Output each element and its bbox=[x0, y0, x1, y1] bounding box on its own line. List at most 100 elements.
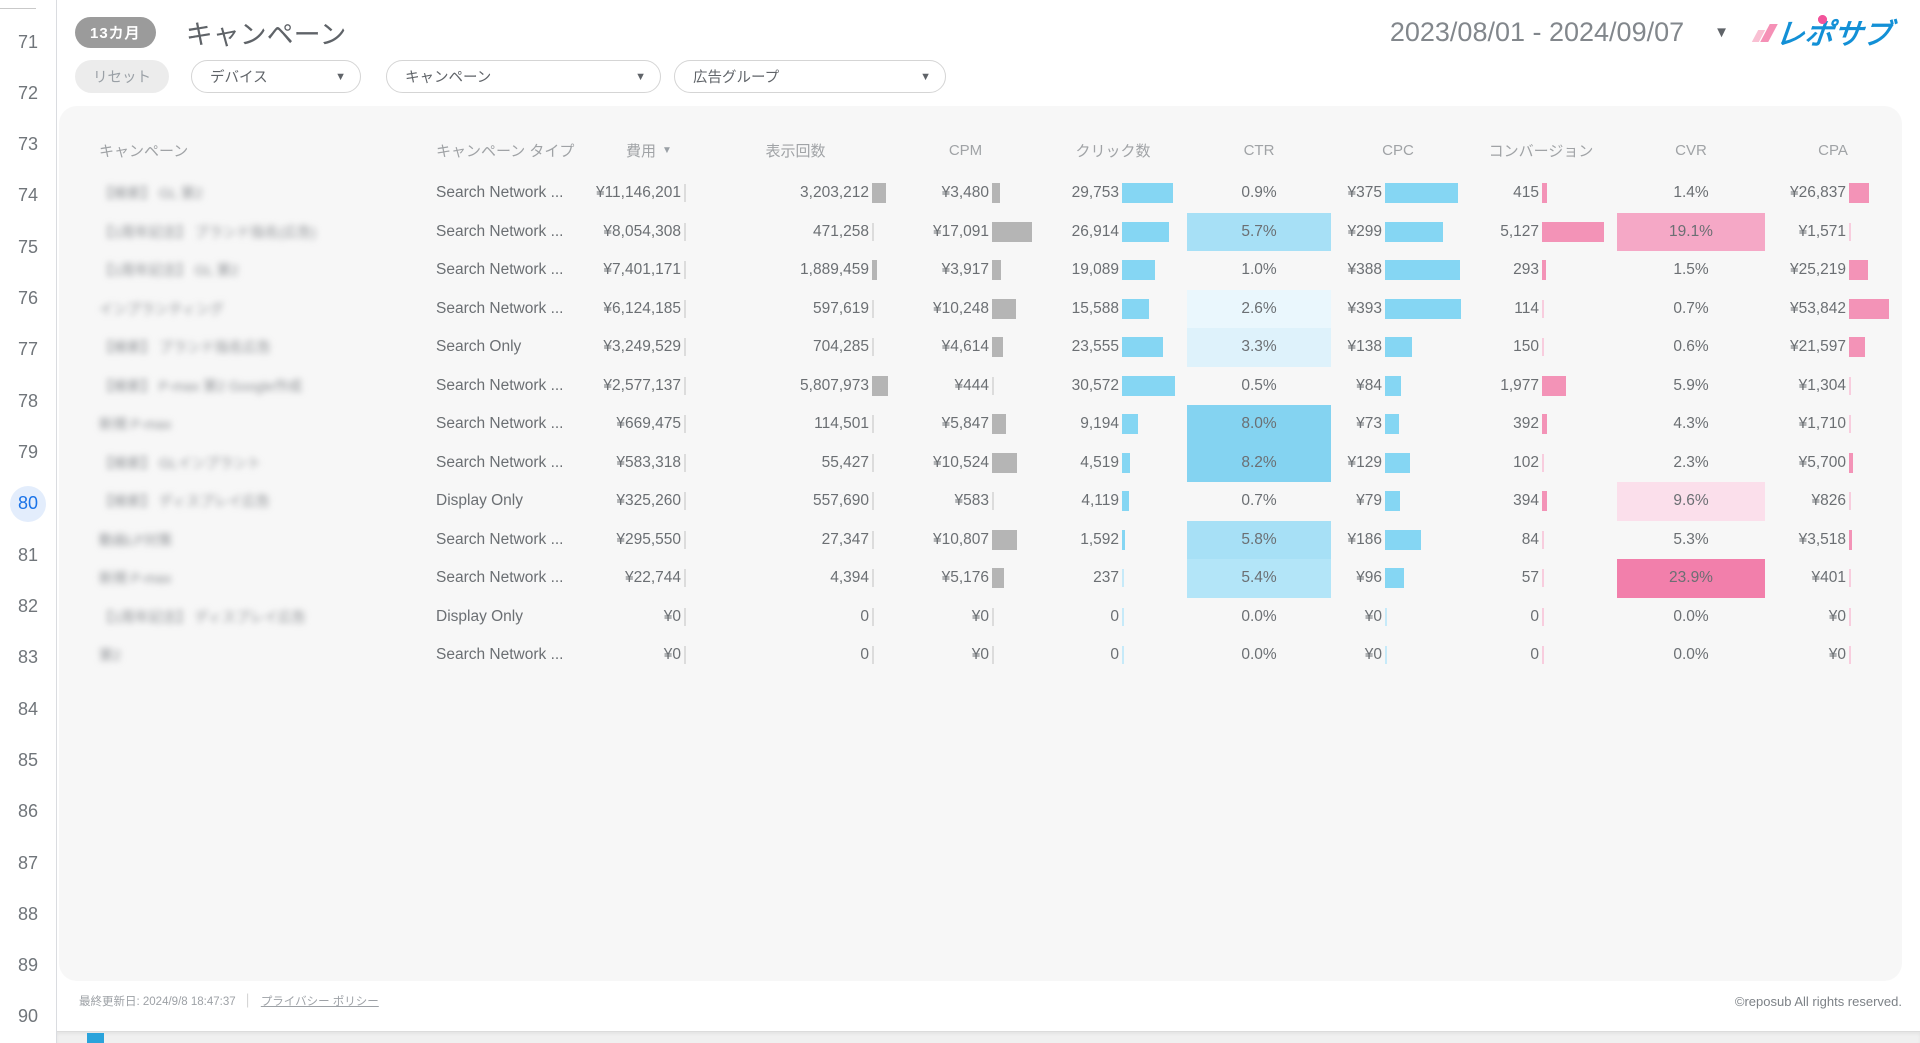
sidebar-page-75[interactable]: 75 bbox=[10, 229, 46, 265]
impressions-value: 5,807,973 bbox=[699, 377, 869, 395]
ctr-cell: 3.3% bbox=[1187, 328, 1331, 367]
conversions-value: 84 bbox=[1465, 531, 1539, 549]
campaign-name-redacted: 【1周年記念】 ブランド指名(広告) bbox=[99, 222, 316, 242]
column-header-cpa[interactable]: CPA bbox=[1765, 142, 1901, 159]
ctr-value: 8.0% bbox=[1241, 415, 1276, 433]
column-header-type[interactable]: キャンペーン タイプ bbox=[436, 140, 599, 161]
column-label: CPC bbox=[1382, 142, 1414, 159]
cvr-value: 0.0% bbox=[1673, 646, 1708, 664]
cpm-value: ¥5,847 bbox=[892, 415, 989, 433]
databar-fill bbox=[1385, 453, 1410, 473]
sidebar-page-71[interactable]: 71 bbox=[10, 24, 46, 60]
databar-zero-marker bbox=[684, 492, 686, 510]
column-header-ctr[interactable]: CTR bbox=[1187, 142, 1331, 159]
impressions-cell: 3,203,212 bbox=[699, 183, 892, 203]
sidebar-page-76[interactable]: 76 bbox=[10, 281, 46, 317]
databar-fill bbox=[872, 183, 886, 203]
ctr-value: 2.6% bbox=[1241, 300, 1276, 318]
cpm-databar bbox=[992, 222, 1039, 242]
report-page: 13カ月 キャンペーン 2023/08/01 - 2024/09/07 ▼ レポ… bbox=[57, 0, 1920, 1043]
sidebar-page-82[interactable]: 82 bbox=[10, 588, 46, 624]
sidebar-page-78[interactable]: 78 bbox=[10, 383, 46, 419]
sidebar-page-74[interactable]: 74 bbox=[10, 178, 46, 214]
column-header-impressions[interactable]: 表示回数 bbox=[699, 140, 892, 161]
sidebar-page-83[interactable]: 83 bbox=[10, 640, 46, 676]
column-header-cpc[interactable]: CPC bbox=[1331, 142, 1465, 159]
conversions-value: 293 bbox=[1465, 261, 1539, 279]
sidebar-page-87[interactable]: 87 bbox=[10, 845, 46, 881]
sidebar-page-77[interactable]: 77 bbox=[10, 332, 46, 368]
conversions-cell: 0 bbox=[1465, 607, 1617, 627]
privacy-policy-link[interactable]: プライバシー ポリシー bbox=[261, 993, 379, 1009]
databar-zero-marker bbox=[1122, 608, 1124, 626]
campaign-type-value: Search Network ... bbox=[436, 415, 564, 433]
sidebar-page-73[interactable]: 73 bbox=[10, 127, 46, 163]
cvr-value: 2.3% bbox=[1673, 454, 1708, 472]
ctr-heat-cell: 0.5% bbox=[1187, 367, 1331, 406]
cost-databar bbox=[684, 260, 699, 280]
column-header-name[interactable]: キャンペーン bbox=[99, 140, 436, 161]
cpa-value: ¥1,304 bbox=[1765, 377, 1846, 395]
impressions-databar bbox=[872, 183, 892, 203]
cost-cell: ¥583,318 bbox=[599, 453, 699, 473]
column-header-clicks[interactable]: クリック数 bbox=[1039, 140, 1187, 161]
filter-dropdown-device[interactable]: デバイス▼ bbox=[191, 60, 361, 93]
cost-databar bbox=[684, 530, 699, 550]
column-header-conversions[interactable]: コンバージョン bbox=[1465, 140, 1617, 161]
cpc-databar bbox=[1385, 299, 1465, 319]
reset-button[interactable]: リセット bbox=[75, 60, 169, 93]
sidebar-page-72[interactable]: 72 bbox=[10, 75, 46, 111]
databar-fill bbox=[1849, 530, 1852, 550]
clicks-cell: 4,519 bbox=[1039, 453, 1187, 473]
cvr-value: 0.0% bbox=[1673, 608, 1708, 626]
cost-databar bbox=[684, 491, 699, 511]
reposub-logo: レポサブ bbox=[1755, 14, 1892, 50]
conversions-databar bbox=[1542, 607, 1617, 627]
column-header-cost[interactable]: 費用▼ bbox=[599, 140, 699, 161]
sidebar-page-85[interactable]: 85 bbox=[10, 742, 46, 778]
column-header-cvr[interactable]: CVR bbox=[1617, 142, 1765, 159]
conversions-value: 0 bbox=[1465, 608, 1539, 626]
filter-dropdown-campaign[interactable]: キャンペーン▼ bbox=[386, 60, 661, 93]
cpm-databar bbox=[992, 299, 1039, 319]
sidebar-page-79[interactable]: 79 bbox=[10, 435, 46, 471]
column-label: 費用 bbox=[626, 140, 656, 161]
sidebar-page-81[interactable]: 81 bbox=[10, 537, 46, 573]
sidebar-page-80[interactable]: 80 bbox=[10, 486, 46, 522]
chevron-down-icon[interactable]: ▼ bbox=[1714, 24, 1729, 41]
cpa-cell: ¥0 bbox=[1765, 645, 1901, 665]
clicks-value: 29,753 bbox=[1039, 184, 1119, 202]
date-range-selector[interactable]: 2023/08/01 - 2024/09/07 ▼ bbox=[1390, 17, 1729, 48]
page-title: キャンペーン bbox=[186, 13, 347, 52]
clicks-databar bbox=[1122, 260, 1187, 280]
sidebar-page-90[interactable]: 90 bbox=[10, 999, 46, 1035]
filter-dropdown-ad-group[interactable]: 広告グループ▼ bbox=[674, 60, 946, 93]
sidebar-page-84[interactable]: 84 bbox=[10, 691, 46, 727]
databar-zero-marker bbox=[1849, 415, 1851, 433]
databar-zero-marker bbox=[684, 531, 686, 549]
cpm-cell: ¥444 bbox=[892, 376, 1039, 396]
cpa-value: ¥0 bbox=[1765, 608, 1846, 626]
sidebar-page-88[interactable]: 88 bbox=[10, 896, 46, 932]
clicks-databar bbox=[1122, 491, 1187, 511]
cpa-value: ¥5,700 bbox=[1765, 454, 1846, 472]
column-header-cpm[interactable]: CPM bbox=[892, 142, 1039, 159]
databar-zero-marker bbox=[1542, 569, 1544, 587]
campaign-name-cell: 【検索】 P-max 第2 Google作成 bbox=[99, 376, 436, 396]
cvr-heat-cell: 0.0% bbox=[1617, 598, 1765, 637]
campaign-name-cell: インプランティング bbox=[99, 299, 436, 319]
sidebar-page-86[interactable]: 86 bbox=[10, 794, 46, 830]
ctr-value: 0.7% bbox=[1241, 492, 1276, 510]
campaign-name-cell: 動画LP対策 bbox=[99, 530, 436, 550]
conversions-cell: 415 bbox=[1465, 183, 1617, 203]
clicks-cell: 15,588 bbox=[1039, 299, 1187, 319]
clicks-cell: 19,089 bbox=[1039, 260, 1187, 280]
cpa-value: ¥25,219 bbox=[1765, 261, 1846, 279]
cost-value: ¥3,249,529 bbox=[599, 338, 681, 356]
cvr-cell: 0.0% bbox=[1617, 636, 1765, 675]
cpa-value: ¥3,518 bbox=[1765, 531, 1846, 549]
sidebar-page-89[interactable]: 89 bbox=[10, 948, 46, 984]
clicks-cell: 30,572 bbox=[1039, 376, 1187, 396]
cpm-cell: ¥10,248 bbox=[892, 299, 1039, 319]
cost-databar bbox=[684, 222, 699, 242]
